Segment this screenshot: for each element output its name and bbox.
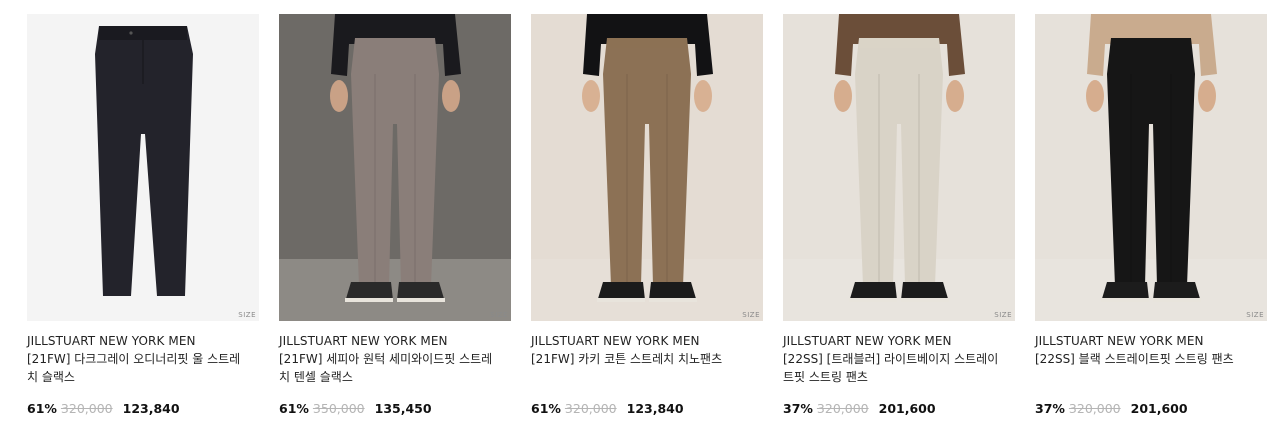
product-card[interactable]: SIZE JILLSTUART NEW YORK MEN [22SS] 블랙 스… [1035, 14, 1267, 416]
product-photo [783, 14, 1015, 321]
product-brand[interactable]: JILLSTUART NEW YORK MEN [1035, 333, 1267, 350]
price-row: 61% 320,000 123,840 [27, 401, 259, 416]
price-row: 61% 350,000 135,450 [279, 401, 511, 416]
product-grid: SIZE JILLSTUART NEW YORK MEN [21FW] 다크그레… [0, 0, 1279, 442]
discount-rate: 37% [783, 401, 813, 416]
sale-price: 201,600 [1130, 401, 1188, 416]
product-brand[interactable]: JILLSTUART NEW YORK MEN [531, 333, 763, 350]
product-name[interactable]: [21FW] 세피아 원턱 세미와이드핏 스트레치 텐셀 슬랙스 [279, 350, 497, 386]
product-image[interactable]: SIZE [279, 14, 511, 321]
discount-rate: 37% [1035, 401, 1065, 416]
product-name[interactable]: [21FW] 카키 코튼 스트레치 치노팬츠 [531, 350, 749, 386]
size-tag: SIZE [238, 311, 256, 319]
product-image[interactable]: SIZE [531, 14, 763, 321]
product-name[interactable]: [22SS] [트래블러] 라이트베이지 스트레이트핏 스트링 팬츠 [783, 350, 1001, 386]
product-image[interactable]: SIZE [27, 14, 259, 321]
discount-rate: 61% [27, 401, 57, 416]
discount-rate: 61% [531, 401, 561, 416]
product-photo [531, 14, 763, 321]
product-photo [1035, 14, 1267, 321]
product-brand[interactable]: JILLSTUART NEW YORK MEN [27, 333, 259, 350]
product-card[interactable]: SIZE JILLSTUART NEW YORK MEN [21FW] 카키 코… [531, 14, 763, 416]
product-card[interactable]: SIZE JILLSTUART NEW YORK MEN [21FW] 다크그레… [27, 14, 259, 416]
product-image[interactable]: SIZE [783, 14, 1015, 321]
product-image[interactable]: SIZE [1035, 14, 1267, 321]
size-tag: SIZE [490, 311, 508, 319]
original-price: 320,000 [564, 401, 617, 416]
sale-price: 123,840 [122, 401, 180, 416]
original-price: 320,000 [816, 401, 869, 416]
product-photo [279, 14, 511, 321]
product-photo [27, 14, 259, 321]
size-tag: SIZE [742, 311, 760, 319]
price-row: 37% 320,000 201,600 [1035, 401, 1267, 416]
price-row: 61% 320,000 123,840 [531, 401, 763, 416]
original-price: 350,000 [312, 401, 365, 416]
product-card[interactable]: SIZE JILLSTUART NEW YORK MEN [21FW] 세피아 … [279, 14, 511, 416]
product-brand[interactable]: JILLSTUART NEW YORK MEN [279, 333, 511, 350]
product-brand[interactable]: JILLSTUART NEW YORK MEN [783, 333, 1015, 350]
original-price: 320,000 [1068, 401, 1121, 416]
sale-price: 201,600 [878, 401, 936, 416]
size-tag: SIZE [1246, 311, 1264, 319]
product-name[interactable]: [21FW] 다크그레이 오디너리핏 울 스트레치 슬랙스 [27, 350, 245, 386]
product-name[interactable]: [22SS] 블랙 스트레이트핏 스트링 팬츠 [1035, 350, 1253, 386]
size-tag: SIZE [994, 311, 1012, 319]
original-price: 320,000 [60, 401, 113, 416]
product-card[interactable]: SIZE JILLSTUART NEW YORK MEN [22SS] [트래블… [783, 14, 1015, 416]
sale-price: 123,840 [626, 401, 684, 416]
sale-price: 135,450 [374, 401, 432, 416]
discount-rate: 61% [279, 401, 309, 416]
price-row: 37% 320,000 201,600 [783, 401, 1015, 416]
